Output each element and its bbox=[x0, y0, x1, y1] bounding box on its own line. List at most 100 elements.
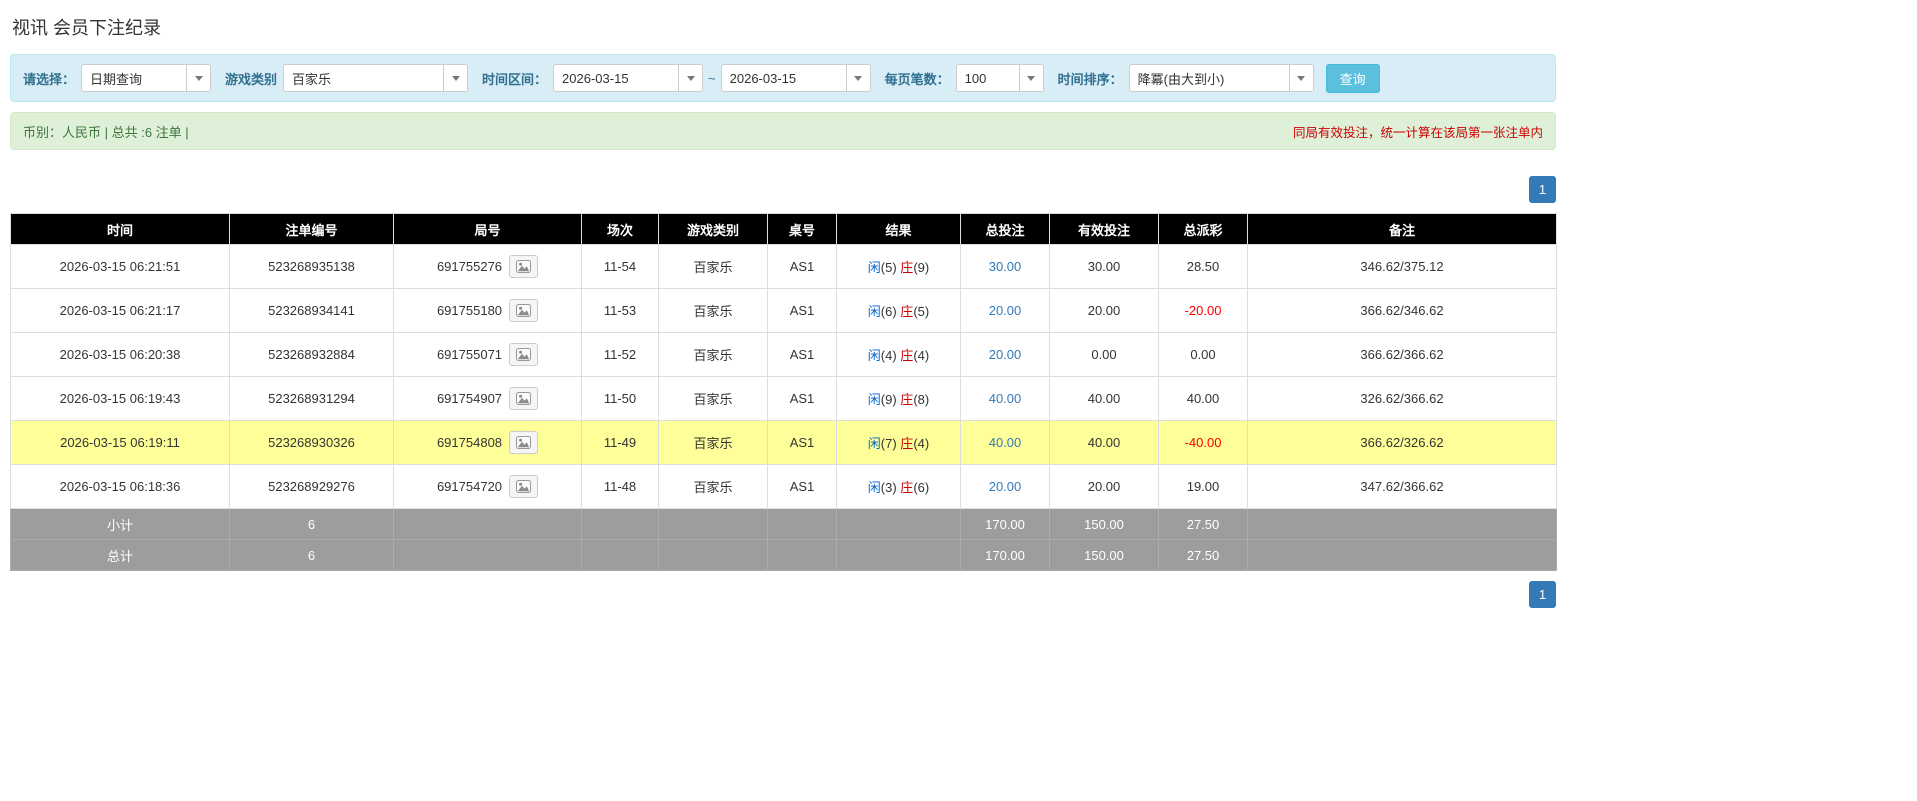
video-replay-button[interactable] bbox=[509, 343, 539, 366]
cell-payout: 28.50 bbox=[1158, 244, 1248, 289]
cell-valid-bet: 40.00 bbox=[1049, 376, 1159, 421]
date-to-value: 2026-03-15 bbox=[729, 70, 797, 86]
cell-game-type: 百家乐 bbox=[658, 464, 768, 509]
total-bet-link[interactable]: 20.00 bbox=[989, 479, 1022, 494]
records-table: 时间 注单编号 局号 场次 游戏类别 桌号 结果 总投注 有效投注 总派彩 备注 2026-03-1… bbox=[10, 213, 1557, 571]
chevron-down-icon[interactable] bbox=[1288, 65, 1313, 91]
cell-note: 366.62/326.62 bbox=[1247, 420, 1557, 465]
cell-table-no: AS1 bbox=[767, 464, 837, 509]
date-from-select[interactable]: 2026-03-15 bbox=[553, 64, 704, 92]
sum-payout: 27.50 bbox=[1158, 508, 1248, 540]
subtotal-row: 小计 6 170.00 150.00 27.50 bbox=[10, 508, 1557, 540]
query-type-select[interactable]: 日期查询 bbox=[81, 64, 212, 92]
column-header: 总派彩 bbox=[1158, 213, 1248, 245]
sum-label: 小计 bbox=[10, 508, 230, 540]
sort-label: 时间排序： bbox=[1057, 71, 1123, 87]
chevron-down-icon[interactable] bbox=[1018, 65, 1043, 91]
notice-text: 同局有效投注，统一计算在该局第一张注单内 bbox=[1292, 125, 1543, 140]
player-result: 闲 bbox=[867, 436, 881, 451]
banker-result: 庄 bbox=[900, 260, 914, 275]
cell-total-bet: 20.00 bbox=[960, 464, 1050, 509]
page-button[interactable]: 1 bbox=[1529, 176, 1556, 203]
column-header: 局号 bbox=[393, 213, 582, 245]
column-header: 结果 bbox=[836, 213, 961, 245]
cell-game-type: 百家乐 bbox=[658, 288, 768, 333]
cell-payout: 19.00 bbox=[1158, 464, 1248, 509]
cell-valid-bet: 40.00 bbox=[1049, 420, 1159, 465]
date-from-value: 2026-03-15 bbox=[562, 70, 629, 86]
cell-game-type: 百家乐 bbox=[658, 420, 768, 465]
cell-valid-bet: 30.00 bbox=[1049, 244, 1159, 289]
table-row: 2026-03-15 06:19:11 523268930326 691754808… bbox=[10, 420, 1557, 465]
cell-total-bet: 20.00 bbox=[960, 288, 1050, 333]
total-row: 总计 6 170.00 150.00 27.50 bbox=[10, 539, 1557, 571]
round-id: 691754808 bbox=[436, 435, 503, 450]
total-bet-link[interactable]: 40.00 bbox=[989, 391, 1022, 406]
cell-game-type: 百家乐 bbox=[658, 332, 768, 377]
cell-round-id: 691755071 bbox=[393, 332, 582, 377]
sum-count: 6 bbox=[229, 508, 394, 540]
column-header: 游戏类别 bbox=[658, 213, 768, 245]
cell-valid-bet: 0.00 bbox=[1049, 332, 1159, 377]
total-bet-link[interactable]: 30.00 bbox=[989, 259, 1022, 274]
search-button[interactable]: 查询 bbox=[1325, 63, 1380, 93]
cell-result: 闲(4) 庄(4) bbox=[836, 332, 961, 377]
chevron-down-icon[interactable] bbox=[678, 65, 703, 91]
cell-payout: 40.00 bbox=[1158, 376, 1248, 421]
table-row: 2026-03-15 06:18:36 523268929276 691754720… bbox=[10, 464, 1557, 509]
column-header: 时间 bbox=[10, 213, 230, 245]
cell-note: 326.62/366.62 bbox=[1247, 376, 1557, 421]
round-id: 691754907 bbox=[436, 391, 503, 406]
cell-time: 2026-03-15 06:21:51 bbox=[10, 244, 230, 289]
records-tbody: 2026-03-15 06:21:51 523268935138 691755276… bbox=[10, 244, 1557, 509]
date-to-select[interactable]: 2026-03-15 bbox=[720, 64, 871, 92]
cell-valid-bet: 20.00 bbox=[1049, 464, 1159, 509]
filter-bar: 请选择： 日期查询 游戏类别 百家乐 时间区间： 2026-03-15 ~ 20… bbox=[10, 54, 1556, 102]
cell-table-no: AS1 bbox=[767, 244, 837, 289]
video-replay-button[interactable] bbox=[509, 475, 539, 498]
video-replay-button[interactable] bbox=[509, 431, 539, 454]
total-bet-link[interactable]: 40.00 bbox=[989, 435, 1022, 450]
banker-result: 庄 bbox=[900, 480, 914, 495]
cell-result: 闲(3) 庄(6) bbox=[836, 464, 961, 509]
cell-game-type: 百家乐 bbox=[658, 244, 768, 289]
sort-select[interactable]: 降冪(由大到小) bbox=[1128, 64, 1314, 92]
banker-result: 庄 bbox=[900, 304, 914, 319]
video-replay-button[interactable] bbox=[509, 299, 539, 322]
cell-round-id: 691754907 bbox=[393, 376, 582, 421]
date-range-label: 时间区间： bbox=[482, 71, 548, 87]
total-bet-link[interactable]: 20.00 bbox=[989, 347, 1022, 362]
video-replay-button[interactable] bbox=[509, 255, 539, 278]
cell-table-no: AS1 bbox=[767, 420, 837, 465]
player-result: 闲 bbox=[867, 348, 881, 363]
table-row: 2026-03-15 06:21:51 523268935138 691755276… bbox=[10, 244, 1557, 289]
cell-time: 2026-03-15 06:19:11 bbox=[10, 420, 230, 465]
round-id: 691754720 bbox=[436, 479, 503, 494]
cell-payout: -40.00 bbox=[1158, 420, 1248, 465]
column-header: 备注 bbox=[1247, 213, 1557, 245]
cell-round-id: 691754720 bbox=[393, 464, 582, 509]
cell-note: 346.62/375.12 bbox=[1247, 244, 1557, 289]
cell-round-id: 691754808 bbox=[393, 420, 582, 465]
player-result: 闲 bbox=[867, 392, 881, 407]
cell-session: 11-52 bbox=[581, 332, 659, 377]
chevron-down-icon[interactable] bbox=[845, 65, 870, 91]
page-button[interactable]: 1 bbox=[1529, 581, 1556, 608]
video-replay-button[interactable] bbox=[509, 387, 539, 410]
banker-result: 庄 bbox=[900, 348, 914, 363]
cell-table-no: AS1 bbox=[767, 332, 837, 377]
chevron-down-icon[interactable] bbox=[186, 65, 211, 91]
cell-total-bet: 30.00 bbox=[960, 244, 1050, 289]
total-bet-link[interactable]: 20.00 bbox=[989, 303, 1022, 318]
column-header: 有效投注 bbox=[1049, 213, 1159, 245]
cell-note: 366.62/346.62 bbox=[1247, 288, 1557, 333]
sum-valid-bet: 150.00 bbox=[1049, 539, 1159, 571]
cell-time: 2026-03-15 06:18:36 bbox=[10, 464, 230, 509]
chevron-down-icon[interactable] bbox=[443, 65, 468, 91]
game-type-select[interactable]: 百家乐 bbox=[283, 64, 469, 92]
cell-game-type: 百家乐 bbox=[658, 376, 768, 421]
sort-value: 降冪(由大到小) bbox=[1137, 71, 1225, 87]
page-size-select[interactable]: 100 bbox=[955, 64, 1044, 92]
pagination-top: 1 bbox=[10, 176, 1556, 203]
query-type-value: 日期查询 bbox=[90, 71, 143, 87]
